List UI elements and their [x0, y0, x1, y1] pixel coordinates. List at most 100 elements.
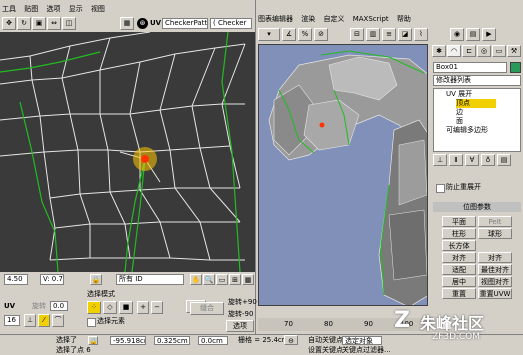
uv-menu-tools[interactable]: 工具	[2, 5, 16, 13]
freeform-tool-button[interactable]: ◫	[62, 17, 76, 30]
move-tool-button[interactable]: ✥	[2, 17, 16, 30]
layer-button[interactable]: ◪	[398, 28, 412, 41]
menu-rendering[interactable]: 渲染	[301, 15, 315, 23]
remove-modifier-button[interactable]: ♁	[481, 154, 495, 166]
create-tab[interactable]: ✱	[432, 45, 446, 57]
stack-item-vertex[interactable]: 顶点	[456, 99, 496, 108]
percent-snap-button[interactable]: ⊘	[314, 28, 328, 41]
menu-maxscript[interactable]: MAXScript	[353, 15, 389, 23]
show-end-result-button[interactable]: Ⅱ	[449, 154, 463, 166]
zoom-extents-button[interactable]: ⊞	[229, 274, 241, 285]
named-sel-button[interactable]: ⊟	[350, 28, 364, 41]
prevent-reflatten-checkbox[interactable]	[436, 184, 445, 193]
angle-snap-button[interactable]: %	[298, 28, 312, 41]
align-button[interactable]: ≡	[382, 28, 396, 41]
v-value-field[interactable]: V: 0.78	[40, 274, 64, 285]
hand-model	[268, 50, 427, 305]
fit-button[interactable]: 适配	[442, 264, 476, 275]
best-align-button[interactable]: 最佳对齐	[478, 264, 512, 275]
texture-toggle-button[interactable]: ▦	[120, 17, 134, 30]
stack-item-edge[interactable]: 边	[456, 108, 463, 117]
configure-sets-button[interactable]: ▤	[497, 154, 511, 166]
select-vertex-button[interactable]: ⁘	[87, 301, 101, 314]
curve-editor-button[interactable]: ⌇	[414, 28, 428, 41]
sub-value-field[interactable]: 0.0	[50, 301, 68, 311]
stack-item-editable-poly[interactable]: 可编辑多边形	[446, 126, 488, 135]
box-button[interactable]: 长方体	[442, 240, 476, 251]
rotate-tool-button[interactable]: ↻	[17, 17, 31, 30]
lock-button[interactable]: 🔒	[90, 274, 102, 285]
auto-key-button[interactable]: ⊖	[284, 335, 298, 345]
break-button[interactable]: ⌒	[52, 314, 64, 327]
grid-button[interactable]: ▦	[242, 274, 254, 285]
shrink-button[interactable]: −	[151, 301, 163, 314]
stitch-tool-button[interactable]: ⁄	[38, 314, 50, 327]
grow-button[interactable]: +	[137, 301, 149, 314]
modify-tab[interactable]: ◠	[447, 45, 461, 57]
u-value-field[interactable]: 4.50	[4, 274, 28, 285]
reset-uvw-button[interactable]: 重置UVW	[478, 288, 512, 299]
object-color-swatch[interactable]	[510, 62, 521, 73]
uv-toolbar: ✥ ↻ ▣ ⇔ ◫ ▦ ⊛ UV CheckerPattern ( Checke…	[0, 16, 255, 31]
menu-graph-editors[interactable]: 图表编辑器	[258, 15, 293, 23]
motion-tab[interactable]: ◎	[477, 45, 491, 57]
snap-button[interactable]: ∡	[282, 28, 296, 41]
pelt-button[interactable]: PeIt	[478, 216, 512, 227]
uv-menu-display[interactable]: 显示	[69, 5, 83, 13]
x-coord-field[interactable]: -95.918cm	[110, 336, 146, 345]
display-tab[interactable]: ▭	[492, 45, 506, 57]
spherical-button[interactable]: 球形	[478, 228, 512, 239]
make-unique-button[interactable]: ∀	[465, 154, 479, 166]
zoom-region-button[interactable]: ▭	[216, 274, 228, 285]
perspective-viewport[interactable]	[258, 44, 428, 306]
pan-button[interactable]: ✋	[190, 274, 202, 285]
pattern-dropdown-2[interactable]: ( Checker	[210, 18, 252, 29]
y-coord-field[interactable]: 0.325cm	[154, 336, 190, 345]
render-scene-button[interactable]: ▤	[466, 28, 480, 41]
align-x-button[interactable]: 对齐	[442, 252, 476, 263]
sub-spinner[interactable]: 16	[4, 315, 20, 326]
mirror-button[interactable]: ▥	[366, 28, 380, 41]
uv-menu-options[interactable]: 选项	[46, 5, 60, 13]
select-edge-button[interactable]: ◇	[103, 301, 117, 314]
hierarchy-tab[interactable]: ⊏	[462, 45, 476, 57]
select-face-button[interactable]: ■	[119, 301, 133, 314]
z-coord-field[interactable]: 0.0cm	[198, 336, 228, 345]
quick-render-button[interactable]: ▶	[482, 28, 496, 41]
view-dropdown[interactable]: ▾	[258, 28, 280, 41]
rotate-plus-label: +90	[242, 298, 257, 306]
select-mode-title: 选择模式	[87, 290, 115, 298]
material-editor-button[interactable]: ◉	[450, 28, 464, 41]
view-align-button[interactable]: 视图对齐	[478, 276, 512, 287]
reset-button[interactable]: 重置	[442, 288, 476, 299]
cylindrical-button[interactable]: 柱形	[442, 228, 476, 239]
options-button[interactable]: 选项	[226, 320, 254, 332]
modifier-list-dropdown[interactable]: 修改器列表	[433, 75, 521, 86]
zoom-button[interactable]: 🔍	[203, 274, 215, 285]
weld-button[interactable]: ⊥	[24, 314, 36, 327]
uv-menu-view[interactable]: 视图	[91, 5, 105, 13]
stitch-label-button[interactable]: 缝合	[190, 302, 224, 315]
tick-80: 80	[324, 320, 333, 328]
pin-stack-button[interactable]: ⊥	[433, 154, 447, 166]
selected-object-dropdown[interactable]: 选定对象	[342, 336, 382, 345]
filter-dropdown[interactable]: 所有 ID	[116, 274, 184, 285]
utilities-tab[interactable]: ⚒	[507, 45, 521, 57]
select-element-checkbox[interactable]	[87, 318, 96, 327]
rollout-header[interactable]: 位图参数	[433, 202, 521, 212]
mirror-tool-button[interactable]: ⇔	[47, 17, 61, 30]
stack-item-unwrap[interactable]: UV 展开	[446, 90, 472, 99]
pattern-dropdown[interactable]: CheckerPattern	[162, 18, 208, 29]
center-button[interactable]: 居中	[442, 276, 476, 287]
selection-lock-button[interactable]: 🔒	[88, 336, 98, 345]
main-menu-bar: 图表编辑器 渲染 自定义 MAXScript 帮助	[258, 14, 523, 26]
scale-tool-button[interactable]: ▣	[32, 17, 46, 30]
planar-button[interactable]: 平面	[442, 216, 476, 227]
stack-item-face[interactable]: 面	[456, 117, 463, 126]
object-name-field[interactable]: Box01	[433, 62, 507, 73]
uv-menu-maps[interactable]: 贴图	[24, 5, 38, 13]
align-y-button[interactable]: 对齐	[478, 252, 512, 263]
menu-help[interactable]: 帮助	[397, 15, 411, 23]
menu-customize[interactable]: 自定义	[323, 15, 344, 23]
uv-viewport[interactable]	[0, 32, 255, 272]
